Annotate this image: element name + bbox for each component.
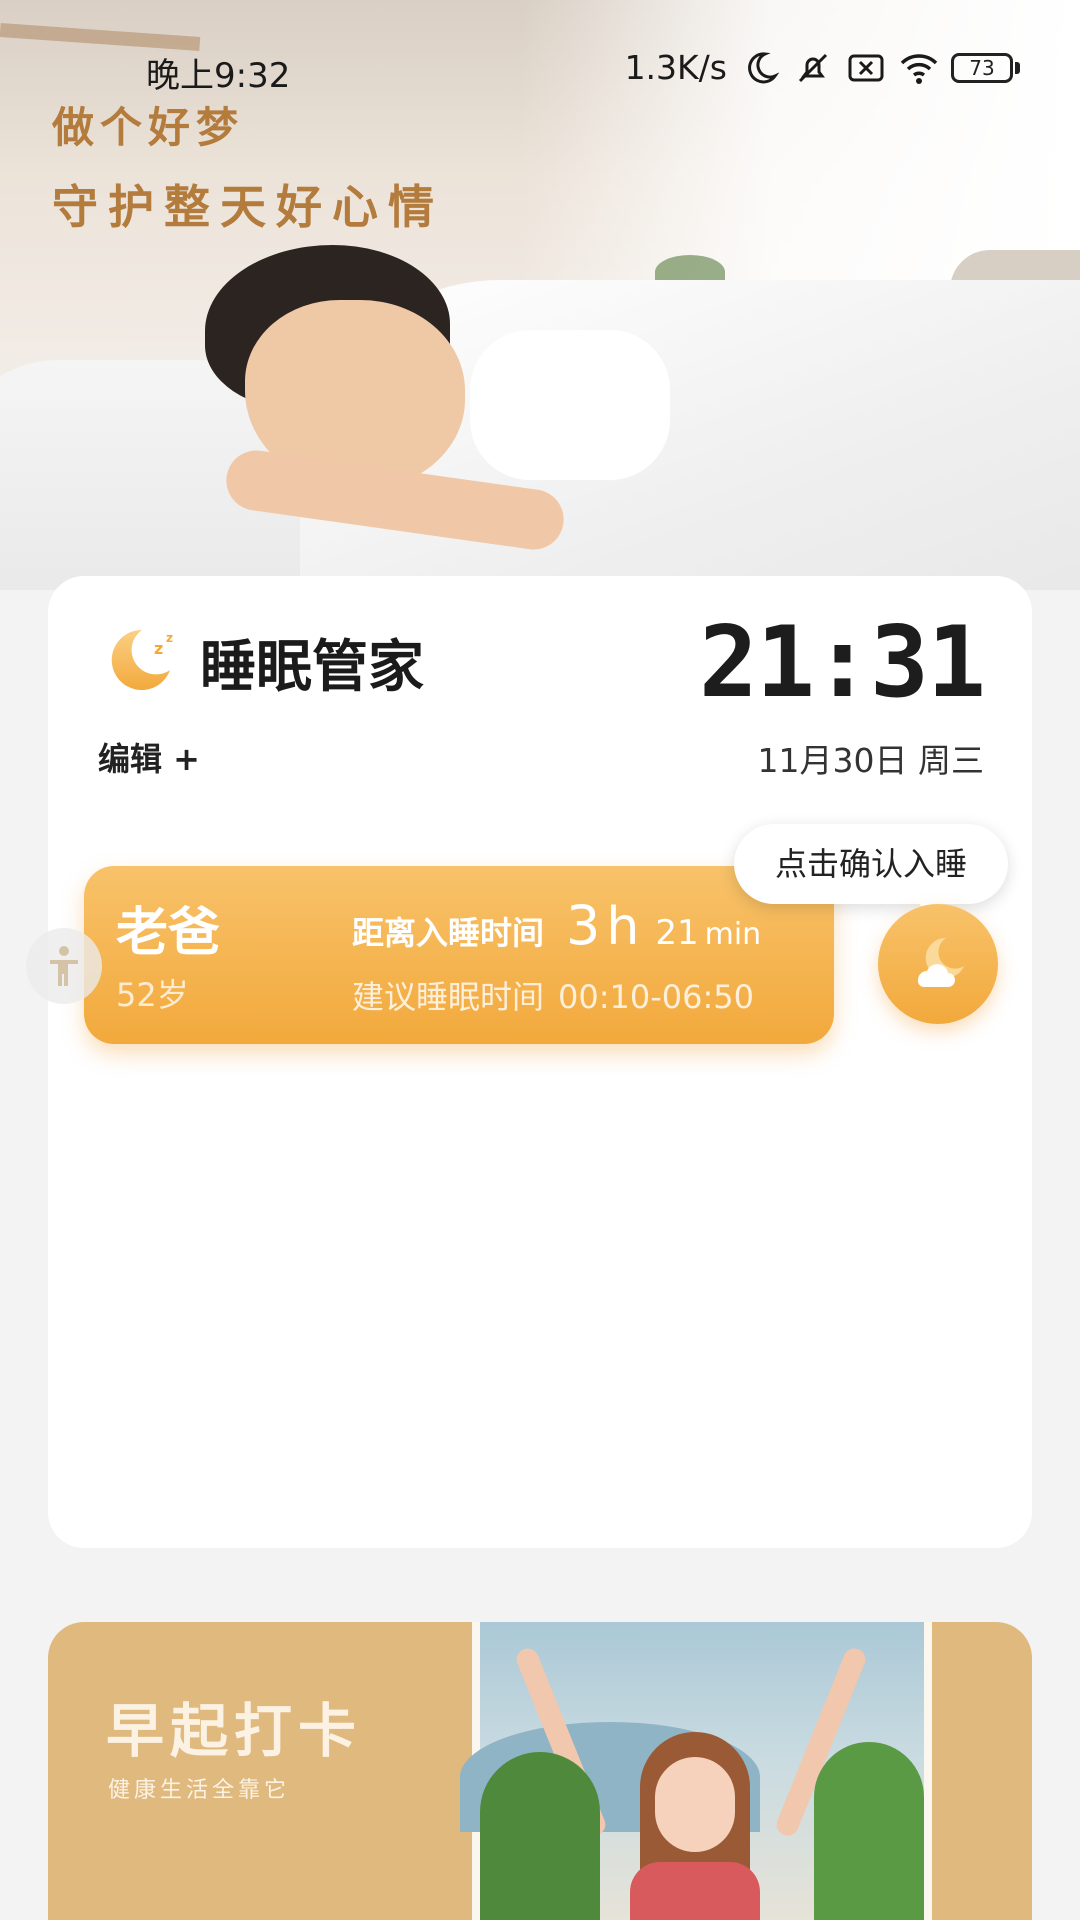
suggested-sleep-time: 建议睡眠时间 00:10-06:50 [352, 972, 754, 1018]
svg-text:z: z [166, 631, 173, 645]
stretching-woman-illustration [460, 1622, 932, 1920]
clock-separator: : [812, 606, 872, 720]
network-speed: 1.3K/s [624, 48, 727, 87]
hero-slogan: 做个好梦 守护整天好心情 [52, 94, 444, 237]
member-name: 老爸 [116, 903, 221, 963]
status-time: 晚上9:32 [146, 56, 291, 96]
mute-bell-icon [795, 50, 831, 86]
card-title: 睡眠管家 [200, 635, 424, 700]
svg-text:z: z [154, 639, 163, 658]
countdown-hours-unit: h [606, 897, 640, 957]
status-bar: 晚上9:32 1.3K/s 73 [0, 40, 1080, 100]
countdown-hours: 3 [566, 894, 601, 957]
battery-icon: 73 [951, 52, 1020, 83]
member-age: 52岁 [116, 976, 189, 1014]
hero-slogan-line1: 做个好梦 [52, 103, 245, 152]
confirm-sleep-tooltip: 点击确认入睡 [734, 824, 1008, 920]
floating-assistant-button[interactable] [26, 928, 102, 1004]
sleep-countdown: 距离入睡时间 3 h 21 min [352, 894, 761, 957]
countdown-minutes: 21 [655, 913, 699, 953]
confirm-sleep-button[interactable] [878, 904, 998, 1024]
status-indicators: 1.3K/s 73 [625, 48, 1020, 87]
suggest-label: 建议睡眠时间 [352, 978, 545, 1016]
clock-minutes: 31 [869, 606, 986, 720]
sim-blocked-icon [847, 50, 884, 86]
battery-level: 73 [951, 52, 1013, 83]
current-clock: 21:31 [698, 606, 986, 720]
edit-add-button[interactable]: 编辑 + [98, 734, 200, 780]
wifi-icon [899, 50, 938, 86]
current-date: 11月30日 周三 [757, 741, 984, 780]
early-riser-title: 早起打卡 [106, 1697, 363, 1765]
early-riser-subtitle: 健康生活全靠它 [108, 1778, 291, 1803]
countdown-minutes-unit: min [704, 917, 762, 952]
countdown-label: 距离入睡时间 [352, 914, 545, 952]
hero-slogan-line2: 守护整天好心情 [52, 180, 444, 234]
sleep-manager-card: z z 睡眠管家 21:31 编辑 + 11月30日 周三 老爸 52岁 距离入… [48, 576, 1032, 1548]
member-sleep-card[interactable]: 老爸 52岁 距离入睡时间 3 h 21 min 建议睡眠时间 00:10-06:… [84, 866, 834, 1044]
moon-cloud-icon [917, 937, 964, 988]
child-shirt [470, 330, 670, 480]
suggest-range: 00:10-06:50 [558, 978, 754, 1016]
sleep-moon-icon: z z [102, 620, 184, 702]
moon-icon [743, 50, 780, 86]
person-icon [50, 946, 78, 986]
clock-hours: 21 [698, 606, 815, 720]
early-riser-card[interactable]: 早起打卡 健康生活全靠它 [48, 1622, 1032, 1920]
